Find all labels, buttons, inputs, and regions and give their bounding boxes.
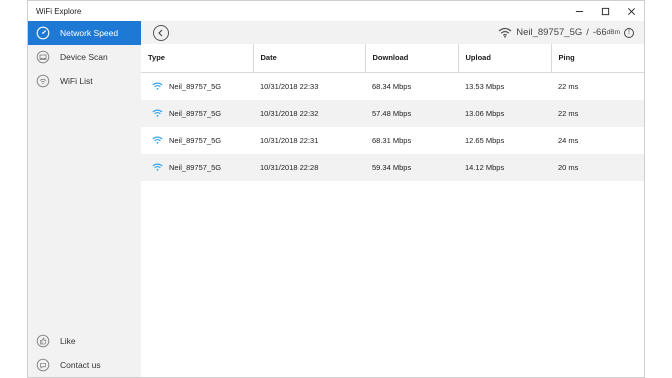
- speedometer-icon: [35, 25, 51, 41]
- table-header-row: Type Date Download Upload Ping: [141, 44, 644, 73]
- header-bar: Neil_89757_5G / -66 dBm !: [141, 21, 644, 44]
- minimize-icon: [575, 10, 583, 12]
- cell-type: Neil_89757_5G: [169, 135, 222, 145]
- cell-upload: 12.65 Mbps: [465, 135, 505, 145]
- cell-upload: 13.53 Mbps: [465, 81, 505, 91]
- cell-type: Neil_89757_5G: [169, 162, 222, 172]
- sidebar-item-wifi-list[interactable]: WiFi List: [28, 69, 141, 93]
- wifi-list-icon: [35, 73, 51, 89]
- thumbs-up-icon: [35, 333, 51, 349]
- table-row[interactable]: Neil_89757_5G 10/31/2018 22:32 57.48 Mbp…: [141, 99, 644, 127]
- sidebar: Network Speed Device Scan WiFi List Like…: [28, 21, 141, 377]
- wifi-icon: [152, 163, 163, 171]
- maximize-button[interactable]: [592, 1, 618, 21]
- wifi-icon: [152, 136, 163, 144]
- window-title: WiFi Explore: [36, 6, 82, 16]
- sidebar-item-label: Like: [60, 336, 76, 346]
- cell-download: 68.31 Mbps: [372, 135, 412, 145]
- speed-results-table: Type Date Download Upload Ping Neil_8975…: [141, 44, 644, 181]
- cell-date: 10/31/2018 22:28: [253, 153, 365, 181]
- close-button[interactable]: [618, 1, 644, 21]
- sidebar-item-label: Contact us: [60, 360, 101, 370]
- cell-download: 68.34 Mbps: [372, 81, 412, 91]
- app-window: WiFi Explore Network Speed Device Scan W…: [27, 0, 645, 378]
- sidebar-item-network-speed[interactable]: Network Speed: [28, 21, 141, 45]
- maximize-icon: [601, 7, 609, 15]
- wifi-icon: [152, 82, 163, 90]
- cell-upload: 14.12 Mbps: [458, 153, 551, 181]
- sidebar-item-like[interactable]: Like: [28, 329, 141, 353]
- table-row[interactable]: Neil_89757_5G 10/31/2018 22:31 68.31 Mbp…: [141, 127, 644, 154]
- back-button[interactable]: [153, 24, 169, 41]
- status-separator: /: [586, 27, 589, 38]
- column-header-download[interactable]: Download: [365, 44, 459, 73]
- sidebar-item-label: Device Scan: [60, 52, 108, 62]
- info-icon[interactable]: !: [624, 27, 634, 38]
- cell-download: 57.48 Mbps: [365, 99, 458, 127]
- connection-status: Neil_89757_5G / -66 dBm !: [498, 27, 634, 38]
- signal-strength-value: -66: [592, 27, 607, 38]
- cell-download: 59.34 Mbps: [365, 153, 458, 181]
- cell-date: 10/31/2018 22:31: [260, 135, 319, 145]
- contact-icon: [35, 357, 51, 373]
- cell-type: Neil_89757_5G: [169, 108, 222, 118]
- cell-upload: 13.06 Mbps: [458, 99, 551, 127]
- cell-ping: 20 ms: [551, 153, 644, 181]
- chevron-left-icon: [158, 29, 163, 36]
- column-header-ping[interactable]: Ping: [551, 44, 644, 73]
- cell-date: 10/31/2018 22:32: [253, 99, 365, 127]
- cell-date: 10/31/2018 22:33: [260, 81, 319, 91]
- wifi-signal-icon: [498, 27, 512, 38]
- column-header-type[interactable]: Type: [141, 44, 254, 73]
- close-icon: [627, 7, 635, 15]
- network-name: Neil_89757_5G: [516, 27, 583, 38]
- cell-ping: 22 ms: [551, 99, 644, 127]
- cell-ping: 22 ms: [558, 81, 579, 91]
- device-scan-icon: [35, 49, 51, 65]
- sidebar-item-contact-us[interactable]: Contact us: [28, 353, 141, 377]
- column-header-upload[interactable]: Upload: [458, 44, 552, 73]
- wifi-icon: [152, 109, 163, 117]
- sidebar-item-label: Network Speed: [60, 28, 119, 38]
- signal-strength-unit: dBm: [606, 29, 620, 36]
- title-bar[interactable]: WiFi Explore: [28, 1, 644, 21]
- sidebar-item-label: WiFi List: [60, 76, 93, 86]
- cell-type: Neil_89757_5G: [169, 81, 222, 91]
- sidebar-item-device-scan[interactable]: Device Scan: [28, 45, 141, 69]
- table-row[interactable]: Neil_89757_5G 10/31/2018 22:28 59.34 Mbp…: [141, 153, 644, 181]
- minimize-button[interactable]: [566, 1, 592, 21]
- table-row[interactable]: Neil_89757_5G 10/31/2018 22:33 68.34 Mbp…: [141, 72, 644, 100]
- cell-ping: 24 ms: [558, 135, 579, 145]
- main-content: Neil_89757_5G / -66 dBm ! Type Date Downl…: [141, 21, 644, 377]
- column-header-date[interactable]: Date: [253, 44, 366, 73]
